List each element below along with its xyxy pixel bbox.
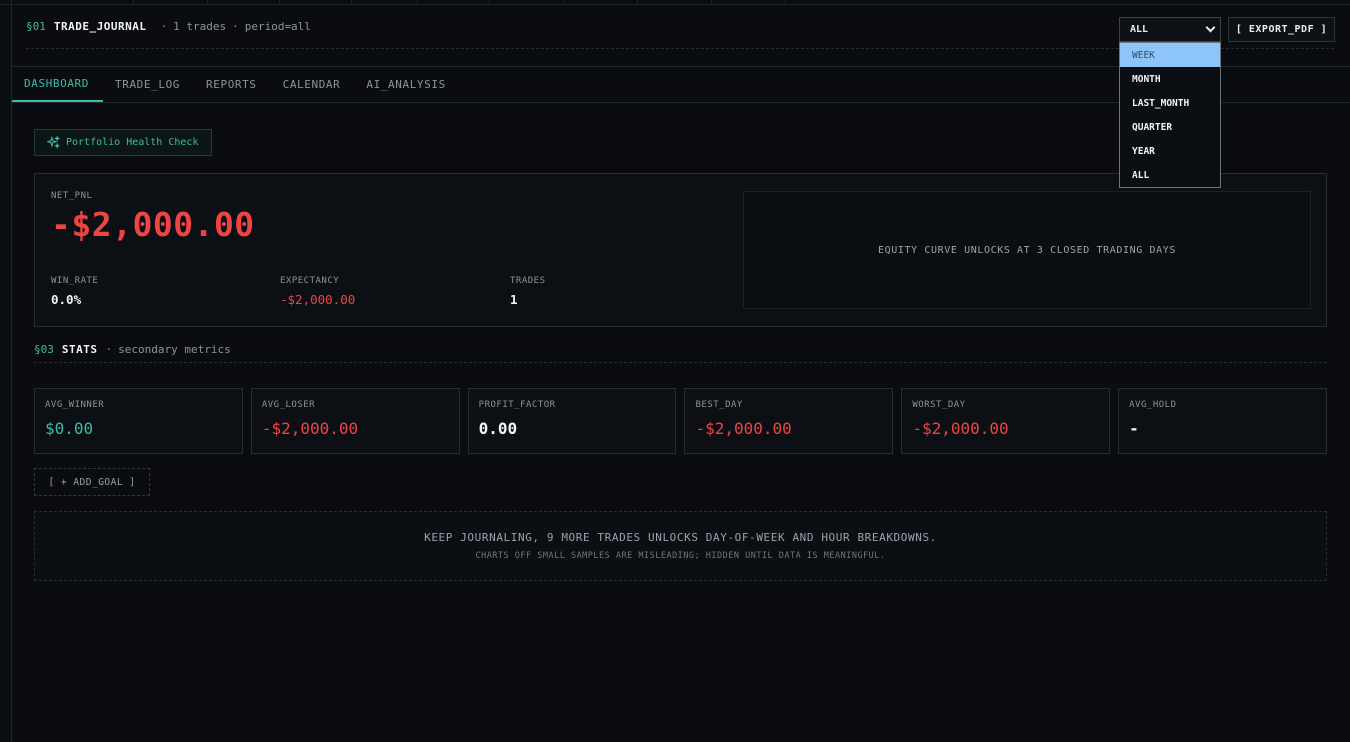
stat-label: WORST_DAY: [912, 400, 966, 410]
net-pnl-panel: NET_PNL -$2,000.00 WIN_RATE 0.0% EXPECTA…: [34, 173, 1327, 327]
stat-card-avg-hold: AVG_HOLD -: [1118, 388, 1327, 454]
export-pdf-button[interactable]: [ EXPORT_PDF ]: [1228, 17, 1335, 42]
tab-trade-log[interactable]: TRADE_LOG: [103, 67, 194, 102]
notice-detail: CHARTS OFF SMALL SAMPLES ARE MISLEADING;…: [475, 551, 886, 561]
tab-dashboard[interactable]: DASHBOARD: [12, 67, 104, 102]
stat-value: 0.00: [478, 419, 518, 438]
health-check-label: Portfolio Health Check: [66, 137, 199, 148]
stat-value: -$2,000.00: [912, 419, 1009, 438]
expectancy-metric: EXPECTANCY -$2,000.00: [280, 276, 355, 307]
stat-label: PROFIT_FACTOR: [478, 400, 556, 410]
app-root: §01 TRADE_JOURNAL · 1 trades · period=all A…: [12, 5, 1350, 742]
stats-subtitle-wrap: · secondary metrics: [105, 343, 231, 356]
stat-card-best-day: BEST_DAY -$2,000.00: [684, 388, 894, 454]
header-meta: · 1 trades · period=all: [160, 20, 311, 33]
breakdown-locked-notice: KEEP JOURNALING, 9 MORE TRADES UNLOCKS D…: [34, 511, 1327, 581]
chevron-down-icon: [1205, 22, 1216, 33]
period-dropdown-menu: WEEK MONTH LAST_MONTH QUARTER YEAR ALL: [1119, 42, 1221, 188]
stat-card-avg-winner: AVG_WINNER $0.00: [34, 388, 243, 454]
net-pnl-value: -$2,000.00: [51, 205, 255, 244]
win-rate-metric: WIN_RATE 0.0%: [51, 276, 98, 307]
stat-card-avg-loser: AVG_LOSER -$2,000.00: [250, 388, 460, 454]
period-option-quarter[interactable]: QUARTER: [1120, 115, 1220, 139]
period-text: period=all: [244, 20, 311, 33]
equity-curve-placeholder: EQUITY CURVE UNLOCKS AT 3 CLOSED TRADING…: [743, 191, 1311, 309]
trades-label: TRADES: [510, 276, 546, 286]
stat-label: AVG_WINNER: [45, 400, 105, 410]
trades-count: 1 trades: [173, 20, 227, 33]
trades-value: 1: [510, 292, 518, 307]
left-rail: [0, 0, 12, 742]
tab-reports[interactable]: REPORTS: [194, 67, 271, 102]
stat-card-worst-day: WORST_DAY -$2,000.00: [901, 388, 1111, 454]
net-pnl-label: NET_PNL: [51, 191, 93, 201]
period-select-value: ALL: [1130, 24, 1149, 35]
section-number: §01: [26, 20, 46, 33]
stats-section-number: §03: [34, 343, 54, 356]
stat-label: AVG_HOLD: [1129, 400, 1177, 410]
stat-card-profit-factor: PROFIT_FACTOR 0.00: [467, 388, 677, 454]
stat-value: -$2,000.00: [695, 419, 792, 438]
expectancy-label: EXPECTANCY: [280, 276, 340, 286]
stats-section-header: §03 STATS · secondary metrics: [34, 337, 1327, 363]
stat-value: $0.00: [45, 419, 94, 438]
portfolio-health-check-button[interactable]: Portfolio Health Check: [34, 129, 212, 156]
win-rate-label: WIN_RATE: [51, 276, 99, 286]
trades-metric: TRADES 1: [510, 276, 546, 307]
stat-label: AVG_LOSER: [261, 400, 316, 410]
stat-label: BEST_DAY: [695, 400, 743, 410]
stat-value: -: [1129, 419, 1139, 438]
page-title: TRADE_JOURNAL: [53, 20, 147, 33]
tab-ai-analysis[interactable]: AI_ANALYSIS: [354, 67, 459, 102]
period-option-year[interactable]: YEAR: [1120, 139, 1220, 163]
period-select[interactable]: ALL: [1119, 17, 1221, 42]
notice-headline: KEEP JOURNALING, 9 MORE TRADES UNLOCKS D…: [424, 531, 937, 544]
expectancy-value: -$2,000.00: [280, 292, 356, 307]
period-option-month[interactable]: MONTH: [1120, 67, 1220, 91]
period-option-last-month[interactable]: LAST_MONTH: [1120, 91, 1220, 115]
win-rate-value: 0.0%: [51, 292, 82, 307]
stat-value: -$2,000.00: [261, 419, 359, 438]
stats-subtitle: secondary metrics: [118, 343, 231, 356]
stats-cards: AVG_WINNER $0.00 AVG_LOSER -$2,000.00 PR…: [34, 388, 1327, 454]
tab-calendar[interactable]: CALENDAR: [271, 67, 355, 102]
add-goal-button[interactable]: [ + ADD_GOAL ]: [34, 468, 150, 496]
period-option-week[interactable]: WEEK: [1120, 43, 1220, 67]
sparkles-icon: [47, 136, 60, 149]
period-option-all[interactable]: ALL: [1120, 163, 1220, 187]
stats-title: STATS: [61, 343, 98, 356]
